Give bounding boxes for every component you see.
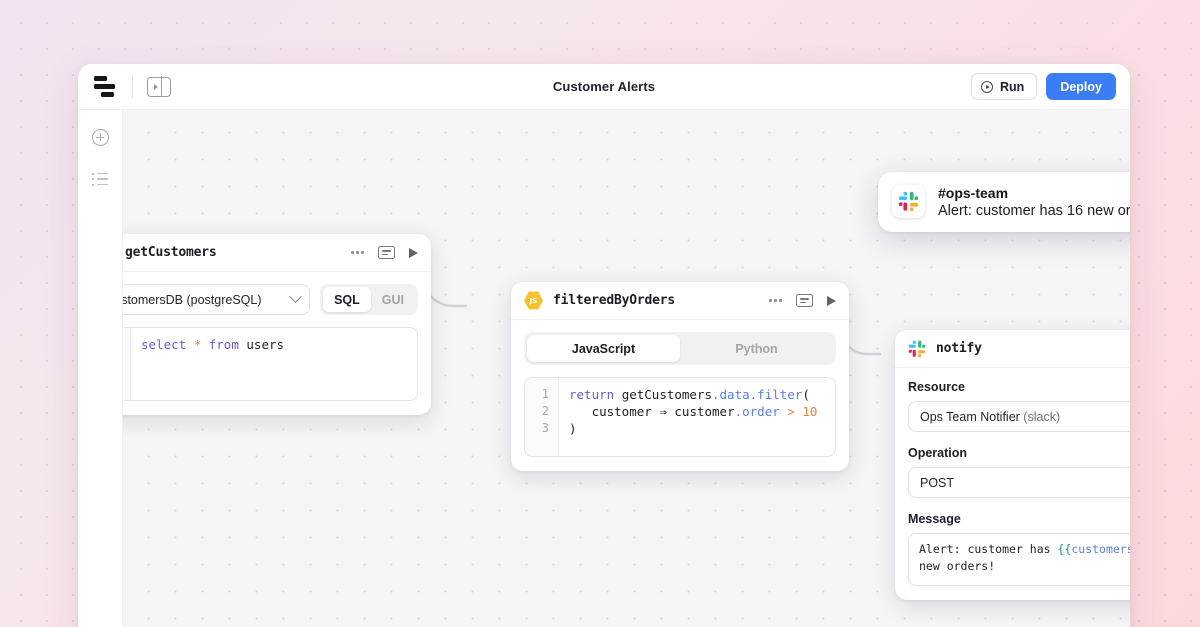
message-variable: customers.orders (1071, 542, 1130, 556)
message-prefix: Alert: customer has (919, 542, 1058, 556)
sql-star: * (193, 337, 202, 352)
comment-icon[interactable] (796, 294, 813, 307)
js-prop-data: .data (712, 387, 750, 402)
toast-message: Alert: customer has 16 new orders! (938, 203, 1130, 219)
run-button-label: Run (1000, 79, 1025, 94)
resource-suffix: (slack) (1023, 409, 1061, 424)
node-getcustomers[interactable]: getCustomers customersDB (postgreSQL) SQ… (123, 234, 431, 415)
node-getcustomers-title: getCustomers (125, 245, 217, 260)
js-kw-return: return (569, 387, 615, 402)
app-toolbar: Customer Alerts Run Deploy (78, 64, 1130, 110)
resource-value: Ops Team Notifier (920, 409, 1020, 424)
datasource-row: customersDB (postgreSQL) SQL GUI (123, 284, 418, 315)
node-notify-body: Resource Ops Team Notifier (slack) Opera… (895, 368, 1130, 600)
js-line-numbers: 1 2 3 (525, 378, 559, 456)
message-textarea[interactable]: Alert: customer has {{customers.orders}}… (908, 533, 1130, 586)
slack-icon (898, 191, 919, 212)
list-icon (92, 173, 109, 186)
add-block-button[interactable] (90, 127, 110, 147)
node-getcustomers-body: customersDB (postgreSQL) SQL GUI 1 2 3 (123, 272, 431, 415)
sql-code-area[interactable]: select * from users (131, 328, 417, 400)
plus-circle-icon (91, 128, 109, 146)
js-open-paren: ( (802, 387, 810, 402)
deploy-button[interactable]: Deploy (1046, 73, 1116, 100)
toast-channel: #ops-team (938, 185, 1009, 201)
sql-line-numbers: 1 2 3 (123, 328, 131, 400)
node-getcustomers-actions (351, 246, 418, 259)
line-number: 3 (541, 421, 549, 435)
slack-icon (908, 340, 926, 357)
operation-value: POST (920, 475, 955, 490)
js-number: 10 (802, 404, 818, 419)
mode-gui-tab[interactable]: GUI (371, 287, 415, 312)
js-param: customer (591, 404, 652, 419)
js-operator-gt: > (787, 404, 795, 419)
js-code-area[interactable]: return getCustomers.data.filter( custome… (559, 378, 835, 456)
play-icon[interactable] (409, 247, 418, 258)
node-notify[interactable]: notify Resource Ops Team Notifier (slack… (895, 330, 1130, 600)
node-notify-header[interactable]: notify (895, 330, 1130, 368)
javascript-icon: JS (524, 291, 543, 310)
resource-label: Resource (908, 380, 965, 394)
js-arrow: ⇒ (659, 404, 667, 419)
resource-select[interactable]: Ops Team Notifier (slack) (908, 401, 1130, 432)
js-editor[interactable]: 1 2 3 return getCustomers.data.filter( c… (524, 377, 836, 457)
node-filtered-header[interactable]: JS filteredByOrders (511, 282, 849, 320)
left-rail (78, 110, 123, 627)
mode-sql-tab[interactable]: SQL (323, 287, 371, 312)
sql-kw-select: select (141, 337, 187, 352)
language-tabs: JavaScript Python (524, 332, 836, 365)
slack-app-icon (892, 185, 925, 218)
message-label: Message (908, 512, 961, 526)
block-list-button[interactable] (90, 169, 110, 189)
play-circle-icon (981, 80, 993, 93)
js-prop-filter: .filter (749, 387, 803, 402)
query-mode-toggle: SQL GUI (320, 284, 418, 315)
more-options-icon[interactable] (351, 251, 364, 254)
node-filtered-body: JavaScript Python 1 2 3 return getCustom… (511, 320, 849, 471)
comment-icon[interactable] (378, 246, 395, 259)
play-icon[interactable] (827, 295, 836, 306)
js-ref: getCustomers (621, 387, 712, 402)
operation-label: Operation (908, 446, 968, 460)
tab-python[interactable]: Python (680, 335, 833, 362)
javascript-icon-label: JS (529, 296, 538, 305)
message-suffix: new orders! (919, 559, 996, 573)
app-logo[interactable] (94, 75, 116, 98)
node-filteredbyorders[interactable]: JS filteredByOrders JavaScript Python 1 … (511, 282, 849, 471)
toolbar-divider (132, 75, 133, 98)
sql-table: users (246, 337, 285, 352)
message-open-braces: {{ (1057, 542, 1072, 556)
js-param2: customer (674, 404, 735, 419)
line-number: 2 (541, 404, 549, 418)
slack-notification-toast[interactable]: #ops-team now Alert: customer has 16 new… (878, 172, 1130, 232)
toolbar-actions: Run Deploy (971, 73, 1116, 100)
run-button[interactable]: Run (971, 73, 1038, 100)
app-window: Customer Alerts Run Deploy getCustomers … (78, 64, 1130, 627)
datasource-select[interactable]: customersDB (postgreSQL) (123, 284, 311, 315)
js-close-paren: ) (569, 421, 577, 436)
node-getcustomers-header[interactable]: getCustomers (123, 234, 431, 272)
toast-content: #ops-team now Alert: customer has 16 new… (938, 185, 1130, 219)
chevron-down-icon (289, 290, 302, 304)
workflow-canvas[interactable]: getCustomers customersDB (postgreSQL) SQ… (123, 110, 1130, 627)
datasource-value: customersDB (postgreSQL) (123, 292, 262, 307)
line-number: 1 (541, 387, 549, 401)
sql-editor[interactable]: 1 2 3 select * from users (123, 327, 418, 401)
node-notify-title: notify (936, 341, 982, 356)
node-filtered-title: filteredByOrders (553, 293, 676, 308)
js-prop-order: .order (734, 404, 780, 419)
operation-select[interactable]: POST (908, 467, 1130, 498)
toggle-panel-icon[interactable] (147, 75, 171, 98)
tab-javascript[interactable]: JavaScript (527, 335, 680, 362)
app-body: getCustomers customersDB (postgreSQL) SQ… (78, 110, 1130, 627)
sql-kw-from: from (208, 337, 239, 352)
node-filtered-actions (769, 294, 836, 307)
more-options-icon[interactable] (769, 299, 782, 302)
